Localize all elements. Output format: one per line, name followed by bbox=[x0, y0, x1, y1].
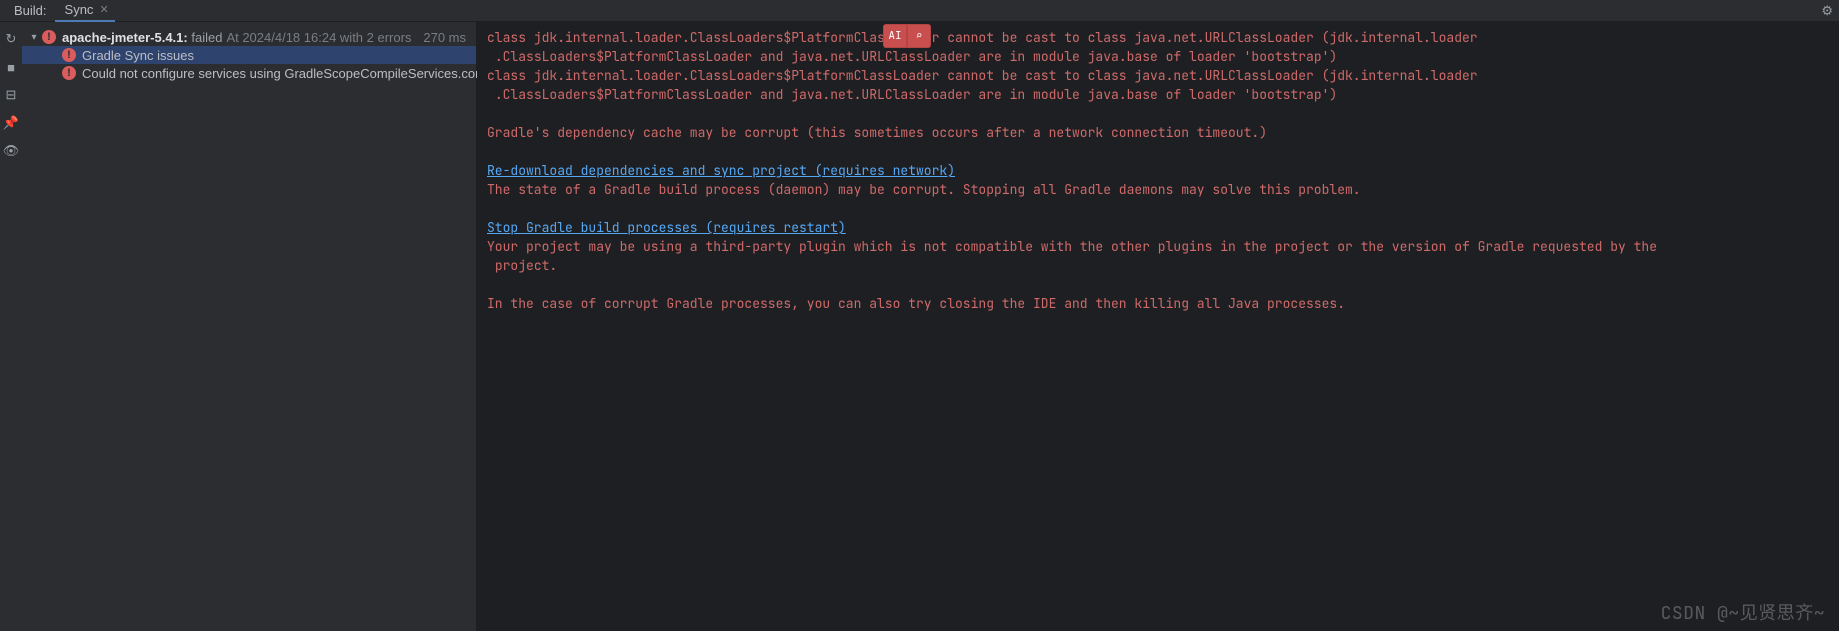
console-blank-line bbox=[487, 199, 1829, 218]
ai-assist-button[interactable]: AI bbox=[883, 24, 907, 48]
build-tree: ▾ ! apache-jmeter-5.4.1: failed At 2024/… bbox=[22, 22, 477, 631]
panel-title: Build: bbox=[6, 3, 55, 18]
tree-root-row[interactable]: ▾ ! apache-jmeter-5.4.1: failed At 2024/… bbox=[22, 28, 476, 46]
console-blank-line bbox=[487, 104, 1829, 123]
project-name: apache-jmeter-5.4.1: bbox=[62, 30, 188, 45]
console-error-line: class jdk.internal.loader.ClassLoaders$P… bbox=[487, 66, 1829, 104]
stop-daemons-link[interactable]: Stop Gradle build processes (requires re… bbox=[487, 219, 846, 236]
error-icon: ! bbox=[42, 30, 56, 44]
main-area: ↻ ■ ⊟ 📌 👁 ▾ ! apache-jmeter-5.4.1: faile… bbox=[0, 22, 1839, 631]
pin-icon[interactable]: 📌 bbox=[4, 116, 18, 130]
tree-child-row[interactable]: ! Gradle Sync issues bbox=[22, 46, 476, 64]
console-error-line: Gradle's dependency cache may be corrupt… bbox=[487, 123, 1829, 142]
watermark-text: CSDN @~见贤思齐~ bbox=[1661, 604, 1825, 623]
show-icon[interactable]: 👁 bbox=[4, 144, 18, 158]
console-error-line: Your project may be using a third-party … bbox=[487, 237, 1829, 275]
console-error-line: In the case of corrupt Gradle processes,… bbox=[487, 294, 1829, 313]
console-blank-line bbox=[487, 142, 1829, 161]
tree-child-label: Gradle Sync issues bbox=[82, 48, 194, 63]
project-meta: At 2024/4/18 16:24 with 2 errors bbox=[226, 30, 411, 45]
tab-label: Sync bbox=[65, 2, 94, 17]
project-duration: 270 ms bbox=[423, 30, 466, 45]
tool-gutter: ↻ ■ ⊟ 📌 👁 bbox=[0, 22, 22, 631]
console-float-toolbar: AI ⌕ bbox=[883, 24, 931, 48]
gear-icon[interactable]: ⚙ bbox=[1821, 3, 1833, 19]
tree-child-row[interactable]: ! Could not configure services using Gra… bbox=[22, 64, 476, 82]
console-error-line: The state of a Gradle build process (dae… bbox=[487, 180, 1829, 199]
error-icon: ! bbox=[62, 48, 76, 62]
tree-child-label: Could not configure services using Gradl… bbox=[82, 66, 524, 81]
build-console: AI ⌕ class jdk.internal.loader.ClassLoad… bbox=[477, 22, 1839, 631]
tab-sync[interactable]: Sync ✕ bbox=[55, 0, 115, 22]
close-icon[interactable]: ✕ bbox=[99, 3, 108, 16]
stop-icon[interactable]: ■ bbox=[4, 60, 18, 74]
build-panel-header: Build: Sync ✕ ⚙ bbox=[0, 0, 1839, 22]
collapse-icon[interactable]: ⊟ bbox=[4, 88, 18, 102]
console-error-line: class jdk.internal.loader.ClassLoaders$P… bbox=[487, 28, 1829, 66]
error-icon: ! bbox=[62, 66, 76, 80]
project-status: failed bbox=[188, 30, 223, 45]
refresh-icon[interactable]: ↻ bbox=[4, 32, 18, 46]
search-icon[interactable]: ⌕ bbox=[907, 24, 931, 48]
console-blank-line bbox=[487, 275, 1829, 294]
chevron-down-icon[interactable]: ▾ bbox=[28, 32, 40, 43]
redownload-link[interactable]: Re-download dependencies and sync projec… bbox=[487, 162, 955, 179]
